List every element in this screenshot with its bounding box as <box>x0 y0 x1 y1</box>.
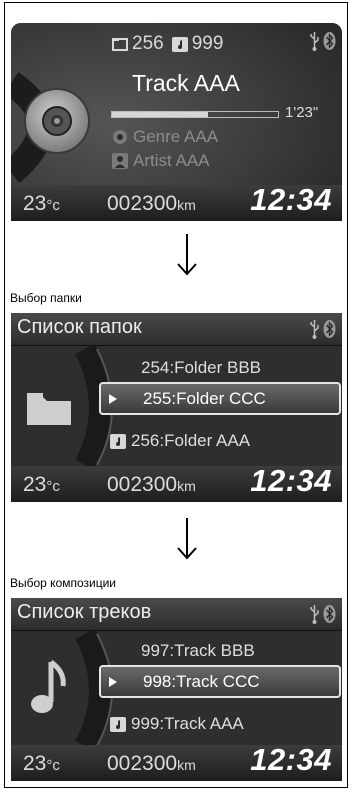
list-item[interactable]: 997:Track BBB <box>141 641 255 661</box>
folder-count: 256 <box>132 33 164 54</box>
folder-list-screen: Список папок 254:Folder BBB 255:Folder C… <box>11 313 342 502</box>
bluetooth-icon <box>323 604 336 624</box>
genre-icon <box>113 130 127 144</box>
artist-row: Artist AAA <box>112 151 210 171</box>
counters: 256 999 <box>112 33 227 55</box>
folder-count-icon <box>112 38 128 51</box>
list-item-selected[interactable]: 255:Folder CCC <box>99 382 341 415</box>
track-title: Track AAA <box>132 70 240 96</box>
track-caption: Выбор композиции <box>10 576 117 590</box>
progress-fill <box>112 112 209 117</box>
music-note-icon <box>110 433 126 449</box>
selection-pointer-icon <box>109 677 117 687</box>
down-arrow-icon <box>177 234 197 276</box>
temperature: 23°c <box>23 752 60 775</box>
list-item-selected[interactable]: 998:Track CCC <box>99 665 341 698</box>
genre-label: Genre AAA <box>133 127 219 146</box>
selection-pointer-icon <box>109 394 117 404</box>
now-playing-screen: 256 999 Track AAA 1'23" Genre AAA Artist… <box>11 23 342 221</box>
clock: 12:34 <box>250 182 332 217</box>
bluetooth-icon <box>323 319 336 339</box>
track-count-icon <box>171 36 188 52</box>
list-title: Список папок <box>17 316 142 338</box>
list-item[interactable]: 999:Track AAA <box>110 714 244 734</box>
status-bar: 23°c 002300km 12:34 <box>11 742 342 781</box>
usb-icon <box>309 31 320 51</box>
status-icons <box>309 604 336 624</box>
cd-disc-icon <box>24 88 90 154</box>
music-note-icon <box>31 660 66 713</box>
status-icons <box>309 31 336 51</box>
odometer: 002300km <box>107 473 196 496</box>
status-icons <box>309 319 336 339</box>
status-bar: 23°c 002300km 12:34 <box>11 463 342 502</box>
folder-icon <box>27 393 71 425</box>
artist-icon <box>112 153 128 169</box>
progress-bar <box>111 111 279 118</box>
artist-label: Artist AAA <box>133 151 210 170</box>
temperature: 23°c <box>23 192 60 215</box>
odometer: 002300km <box>107 192 196 215</box>
list-title: Список треков <box>17 601 152 623</box>
list-header: Список папок <box>11 313 342 346</box>
usb-icon <box>309 604 320 624</box>
list-item[interactable]: 254:Folder BBB <box>141 358 261 378</box>
list-header: Список треков <box>11 598 342 631</box>
music-note-icon <box>110 716 126 732</box>
track-count: 999 <box>191 33 224 54</box>
status-bar: 23°c 002300km 12:34 <box>11 182 342 221</box>
clock: 12:34 <box>250 742 332 777</box>
track-list-screen: Список треков 997:Track BBB 998:Track CC… <box>11 598 342 781</box>
bluetooth-icon <box>323 31 336 51</box>
folder-caption: Выбор папки <box>10 291 82 305</box>
down-arrow-icon <box>177 518 197 560</box>
genre-row: Genre AAA <box>112 127 218 147</box>
temperature: 23°c <box>23 473 60 496</box>
elapsed-time: 1'23" <box>285 104 319 121</box>
list-item[interactable]: 256:Folder AAA <box>110 431 250 451</box>
odometer: 002300km <box>107 752 196 775</box>
usb-icon <box>309 319 320 339</box>
clock: 12:34 <box>250 463 332 498</box>
